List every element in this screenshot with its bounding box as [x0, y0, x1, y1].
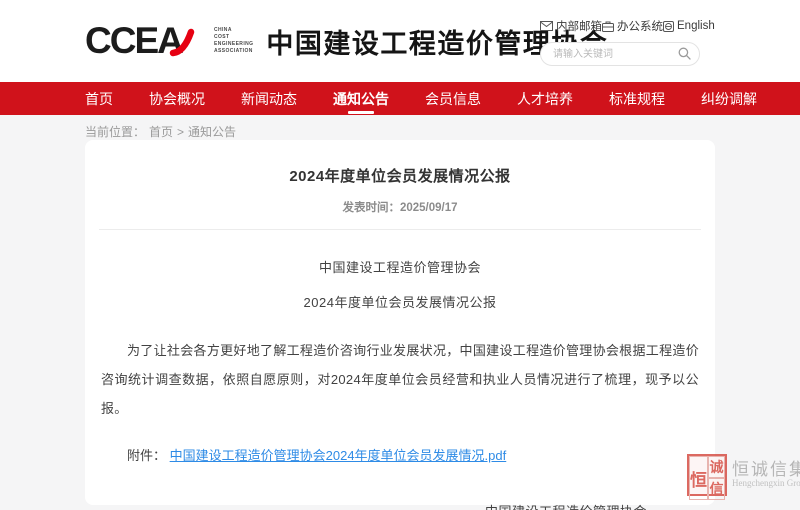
globe-icon: [663, 21, 674, 32]
nav-item-members[interactable]: 会员信息: [425, 82, 481, 115]
article-paragraph: 为了让社会各方更好地了解工程造价咨询行业发展状况，中国建设工程造价管理协会根据工…: [101, 336, 699, 424]
breadcrumb-home[interactable]: 首页: [149, 123, 173, 140]
nav-item-training[interactable]: 人才培养: [517, 82, 573, 115]
main-nav: 首页 协会概况 新闻动态 通知公告 会员信息 人才培养 标准规程 纠纷调解: [0, 82, 800, 115]
watermark-text: 恒诚信集团 Hengchengxin Group: [732, 461, 800, 488]
nav-item-home[interactable]: 首页: [85, 82, 113, 115]
search-box: [540, 42, 700, 66]
seal-char: 恒: [689, 456, 708, 500]
watermark-name-en: Hengchengxin Group: [732, 479, 800, 488]
nav-item-news[interactable]: 新闻动态: [241, 82, 297, 115]
english-link-label: English: [677, 20, 715, 32]
signature-block: 中国建设工程造价管理协会 2025年9月17日: [101, 502, 699, 510]
article-heading-org: 中国建设工程造价管理协会: [101, 258, 699, 279]
site-logo[interactable]: CCEA CHINA COST ENGINEERING ASSOCIATION …: [85, 20, 608, 62]
attachment-row: 附件： 中国建设工程造价管理协会2024年度单位会员发展情况.pdf: [101, 445, 699, 464]
mail-link-label: 内部邮箱: [556, 18, 602, 34]
watermark: 恒 诚 信 恒诚信集团 Hengchengxin Group: [687, 454, 800, 496]
attachment-label: 附件：: [127, 448, 166, 463]
logo-subtitle: CHINA COST ENGINEERING ASSOCIATION: [214, 27, 253, 56]
article-heading-subject: 2024年度单位会员发展情况公报: [101, 293, 699, 314]
article-body: 中国建设工程造价管理协会 2024年度单位会员发展情况公报 为了让社会各方更好地…: [85, 258, 715, 510]
watermark-name-cn: 恒诚信集团: [732, 461, 800, 479]
breadcrumb-separator: >: [177, 125, 184, 139]
site-header: CCEA CHINA COST ENGINEERING ASSOCIATION …: [0, 0, 800, 82]
seal-char: 诚: [708, 456, 725, 478]
office-system-link[interactable]: 办公系统: [602, 18, 663, 34]
article-card: 2024年度单位会员发展情况公报 发表时间：2025/09/17 中国建设工程造…: [85, 140, 715, 505]
english-link[interactable]: English: [663, 20, 715, 32]
office-system-label: 办公系统: [617, 18, 663, 34]
breadcrumb-current[interactable]: 通知公告: [188, 123, 236, 140]
breadcrumb: 当前位置： 首页 > 通知公告: [85, 123, 800, 140]
header-right: 内部邮箱 办公系统 English: [540, 18, 700, 66]
divider: [99, 229, 701, 230]
article-title: 2024年度单位会员发展情况公报: [85, 140, 715, 186]
search-icon[interactable]: [678, 47, 691, 60]
seal-char: 信: [708, 478, 725, 500]
nav-item-notices[interactable]: 通知公告: [333, 82, 389, 115]
nav-item-standards[interactable]: 标准规程: [609, 82, 665, 115]
office-icon: [602, 21, 614, 32]
ccea-logo-icon: CCEA: [85, 20, 207, 62]
publish-date: 发表时间：2025/09/17: [85, 199, 715, 215]
hengchengxin-seal-icon: 恒 诚 信: [687, 454, 727, 496]
search-input[interactable]: [540, 42, 700, 66]
quick-links: 内部邮箱 办公系统 English: [540, 18, 700, 34]
mail-icon: [540, 21, 553, 31]
breadcrumb-prefix: 当前位置：: [85, 123, 145, 140]
signature-org: 中国建设工程造价管理协会: [485, 502, 647, 510]
mail-link[interactable]: 内部邮箱: [540, 18, 602, 34]
attachment-pdf-link[interactable]: 中国建设工程造价管理协会2024年度单位会员发展情况.pdf: [170, 448, 507, 463]
nav-item-about[interactable]: 协会概况: [149, 82, 205, 115]
svg-text:CCEA: CCEA: [85, 20, 183, 61]
nav-item-disputes[interactable]: 纠纷调解: [701, 82, 757, 115]
